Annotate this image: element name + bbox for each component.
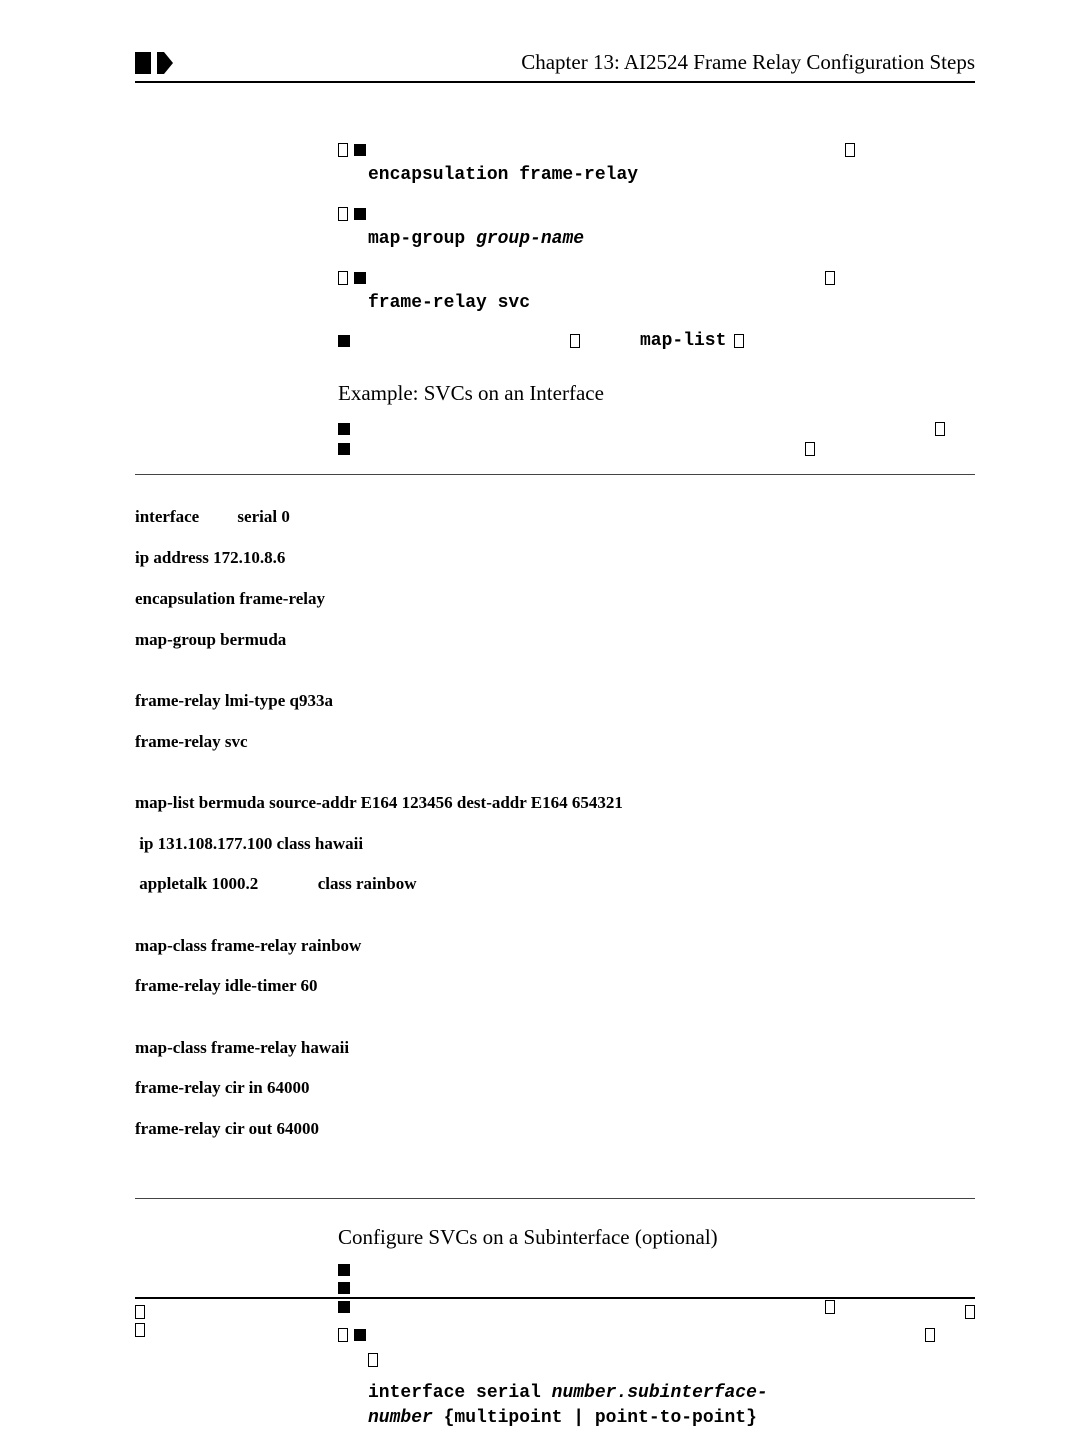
footer-left-box-2	[135, 1323, 145, 1337]
example-bullet-1	[338, 422, 975, 436]
trailing-placeholder	[845, 143, 855, 157]
main-content: encapsulation frame-relay map-group grou…	[338, 143, 975, 1432]
placeholder-box	[805, 442, 815, 456]
bullet-icon	[354, 144, 366, 156]
separator-line	[135, 1198, 975, 1199]
command-encapsulation: encapsulation frame-relay	[368, 165, 975, 185]
command-map-group: map-group group-name	[368, 229, 975, 249]
step-2	[338, 143, 975, 157]
placeholder-box	[368, 1353, 378, 1367]
example-heading: Example: SVCs on an Interface	[338, 381, 975, 406]
command-interface-serial: interface serial number.subinterface-num…	[368, 1381, 975, 1431]
bullet-icon	[338, 1282, 350, 1294]
page-header: Chapter 13: AI2524 Frame Relay Configura…	[135, 50, 975, 83]
placeholder-box	[570, 334, 580, 348]
trailing-placeholder	[825, 271, 835, 285]
bullet-icon	[338, 1264, 350, 1276]
placeholder-box	[935, 422, 945, 436]
step-4	[338, 271, 975, 285]
bullet-icon	[338, 423, 350, 435]
placeholder-box	[734, 334, 744, 348]
step-number-placeholder	[338, 271, 348, 285]
step-number-placeholder	[338, 143, 348, 157]
footer-left-box-1	[135, 1305, 145, 1319]
map-list-keyword: map-list	[640, 331, 726, 351]
bullet-icon	[338, 335, 350, 347]
step-number-placeholder	[338, 207, 348, 221]
header-title: Chapter 13: AI2524 Frame Relay Configura…	[521, 50, 975, 75]
step-5: map-list	[338, 331, 975, 351]
bullet-icon	[354, 272, 366, 284]
bullet-icon	[338, 443, 350, 455]
command-frame-relay-svc: frame-relay svc	[368, 293, 975, 313]
logo-icon	[135, 52, 173, 74]
config-block: interface serial 0 ip address 172.10.8.6…	[135, 487, 975, 1180]
page-footer	[135, 1297, 975, 1337]
sub-bullet-2	[338, 1282, 975, 1294]
bullet-icon	[354, 208, 366, 220]
step-3	[338, 207, 975, 221]
separator-line	[135, 474, 975, 475]
example-bullet-2	[338, 442, 975, 456]
sub-bullet-1	[338, 1264, 975, 1276]
subsection-heading: Configure SVCs on a Subinterface (option…	[338, 1225, 975, 1250]
footer-right-box	[965, 1305, 975, 1319]
